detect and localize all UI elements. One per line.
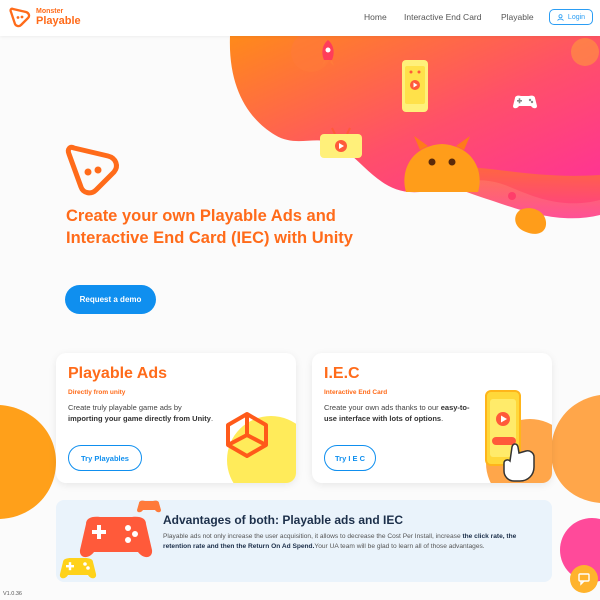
try-playables-button[interactable]: Try Playables	[68, 445, 142, 471]
phone-hand-icon	[485, 390, 535, 482]
request-demo-button[interactable]: Request a demo	[65, 285, 156, 314]
gamepad-icon	[79, 516, 153, 558]
user-icon	[557, 13, 564, 21]
monster-logo-icon	[9, 7, 31, 28]
version-label: V1.0.36	[3, 591, 22, 597]
iec-description: Create your own ads thanks to our easy-t…	[324, 403, 470, 423]
phone-icon	[402, 60, 428, 112]
hero-title: Create your own Playable Ads and Interac…	[66, 207, 353, 247]
left-orange-blob	[0, 405, 56, 519]
advantages-description: Playable ads not only increase the user …	[163, 533, 517, 550]
login-button[interactable]: Login	[549, 9, 593, 25]
monster-icon	[404, 136, 480, 192]
brand-logo[interactable]: Monster Playable	[9, 6, 81, 28]
brand-name-bottom: Playable	[36, 14, 81, 27]
chat-icon	[578, 573, 590, 586]
tv-monster-icon	[320, 127, 362, 158]
unity-icon	[226, 412, 268, 458]
rocket-icon	[322, 40, 334, 66]
site-header: Monster Playable Home Interactive End Ca…	[0, 0, 600, 36]
small-gamepad-icon	[137, 500, 161, 513]
iec-title: I.E.C	[324, 365, 360, 382]
advantages-title: Advantages of both: Playable ads and IEC	[163, 513, 404, 527]
nav-interactive-end-card-link[interactable]: Interactive End Card	[404, 12, 481, 22]
iec-card: I.E.C Interactive End Card Create your o…	[312, 353, 552, 483]
right-orange-blob	[551, 395, 600, 503]
yellow-gamepad-icon	[59, 558, 97, 579]
try-iec-button[interactable]: Try I E C	[324, 445, 376, 471]
playable-ads-description: Create truly playable game ads by import…	[68, 403, 214, 423]
playable-ads-card: Playable Ads Directly from unity Create …	[56, 353, 296, 483]
login-label: Login	[567, 13, 586, 21]
hero-monster-logo-icon	[65, 144, 119, 196]
gamepad-icon	[513, 95, 537, 109]
nav-playable-link[interactable]: Playable	[501, 12, 534, 22]
brand-name-top: Monster	[36, 7, 64, 15]
iec-subtitle: Interactive End Card	[324, 389, 388, 396]
playable-ads-subtitle: Directly from unity	[68, 389, 126, 396]
chat-button[interactable]	[570, 565, 598, 593]
advantages-panel: Advantages of both: Playable ads and IEC…	[56, 500, 552, 582]
playable-ads-title: Playable Ads	[68, 365, 168, 382]
nav-home-link[interactable]: Home	[364, 12, 387, 22]
